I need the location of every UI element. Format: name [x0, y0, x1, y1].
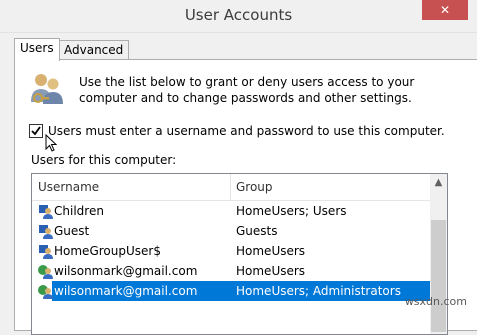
watermark: wsxdn.com — [404, 295, 467, 308]
description-text: Use the list below to grant or deny user… — [79, 75, 415, 105]
window-title: User Accounts — [184, 6, 293, 24]
list-header: Username Group — [32, 174, 430, 201]
username-cell: wilsonmark@gmail.com — [54, 284, 198, 298]
column-header-group[interactable]: Group — [236, 180, 273, 194]
local-user-icon — [39, 225, 53, 239]
users-icon — [31, 74, 63, 104]
users-tab-panel: Use the list below to grant or deny user… — [14, 59, 477, 335]
table-row[interactable]: Children HomeUsers; Users — [32, 201, 430, 221]
username-cell: Children — [54, 204, 104, 218]
local-user-icon — [39, 245, 53, 259]
require-login-label[interactable]: Users must enter a username and password… — [48, 124, 445, 138]
title-bar: User Accounts ✕ — [0, 0, 477, 33]
username-cell: Guest — [54, 224, 90, 238]
column-divider[interactable] — [230, 174, 231, 200]
tab-advanced[interactable]: Advanced — [58, 40, 130, 61]
microsoft-account-icon — [38, 285, 53, 299]
mouse-cursor-icon — [45, 134, 57, 152]
group-cell: HomeUsers; Users — [236, 204, 347, 218]
scrollbar-thumb[interactable] — [431, 220, 446, 332]
tab-users-label: Users — [20, 41, 54, 55]
group-cell: Guests — [236, 224, 278, 238]
close-button[interactable]: ✕ — [422, 0, 468, 20]
table-row[interactable]: HomeGroupUser$ HomeUsers — [32, 241, 430, 261]
require-login-checkbox[interactable] — [29, 124, 43, 138]
table-row[interactable]: wilsonmark@gmail.com HomeUsers — [32, 261, 430, 281]
local-user-icon — [39, 205, 53, 219]
group-cell: HomeUsers — [236, 244, 306, 258]
username-cell: HomeGroupUser$ — [54, 244, 161, 258]
scroll-up-icon[interactable]: ▲ — [430, 174, 447, 191]
group-cell: HomeUsers; Administrators — [236, 284, 401, 298]
table-row-selected[interactable]: wilsonmark@gmail.com HomeUsers; Administ… — [32, 281, 430, 301]
microsoft-account-icon — [38, 265, 53, 279]
checkmark-icon — [31, 126, 41, 136]
close-icon: ✕ — [439, 3, 451, 17]
column-header-username[interactable]: Username — [38, 180, 99, 194]
tab-users[interactable]: Users — [14, 38, 60, 61]
users-list-label: Users for this computer: — [31, 153, 177, 167]
table-row[interactable]: Guest Guests — [32, 221, 430, 241]
vertical-scrollbar[interactable]: ▲ — [430, 174, 447, 334]
username-cell: wilsonmark@gmail.com — [54, 264, 198, 278]
group-cell: HomeUsers — [236, 264, 306, 278]
tab-advanced-label: Advanced — [64, 43, 124, 57]
